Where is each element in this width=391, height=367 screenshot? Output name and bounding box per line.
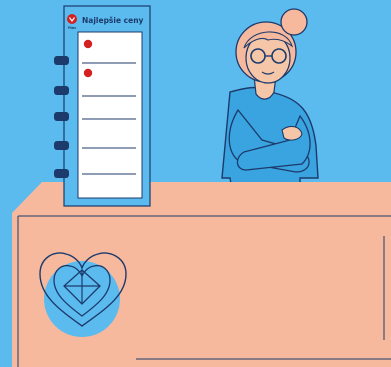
woman-hand [281, 125, 303, 141]
illustration-scene: Ytec Najlepšie ceny [0, 0, 391, 367]
logo-caption: Ytec [67, 26, 77, 30]
logo-icon [67, 14, 77, 24]
row-bullet [83, 68, 93, 78]
price-board: Ytec Najlepšie ceny [54, 5, 151, 207]
board-paper [77, 31, 143, 199]
row-bullet [83, 39, 93, 49]
board-title: Najlepšie ceny [82, 16, 144, 25]
woman-hair-bun [280, 8, 308, 36]
